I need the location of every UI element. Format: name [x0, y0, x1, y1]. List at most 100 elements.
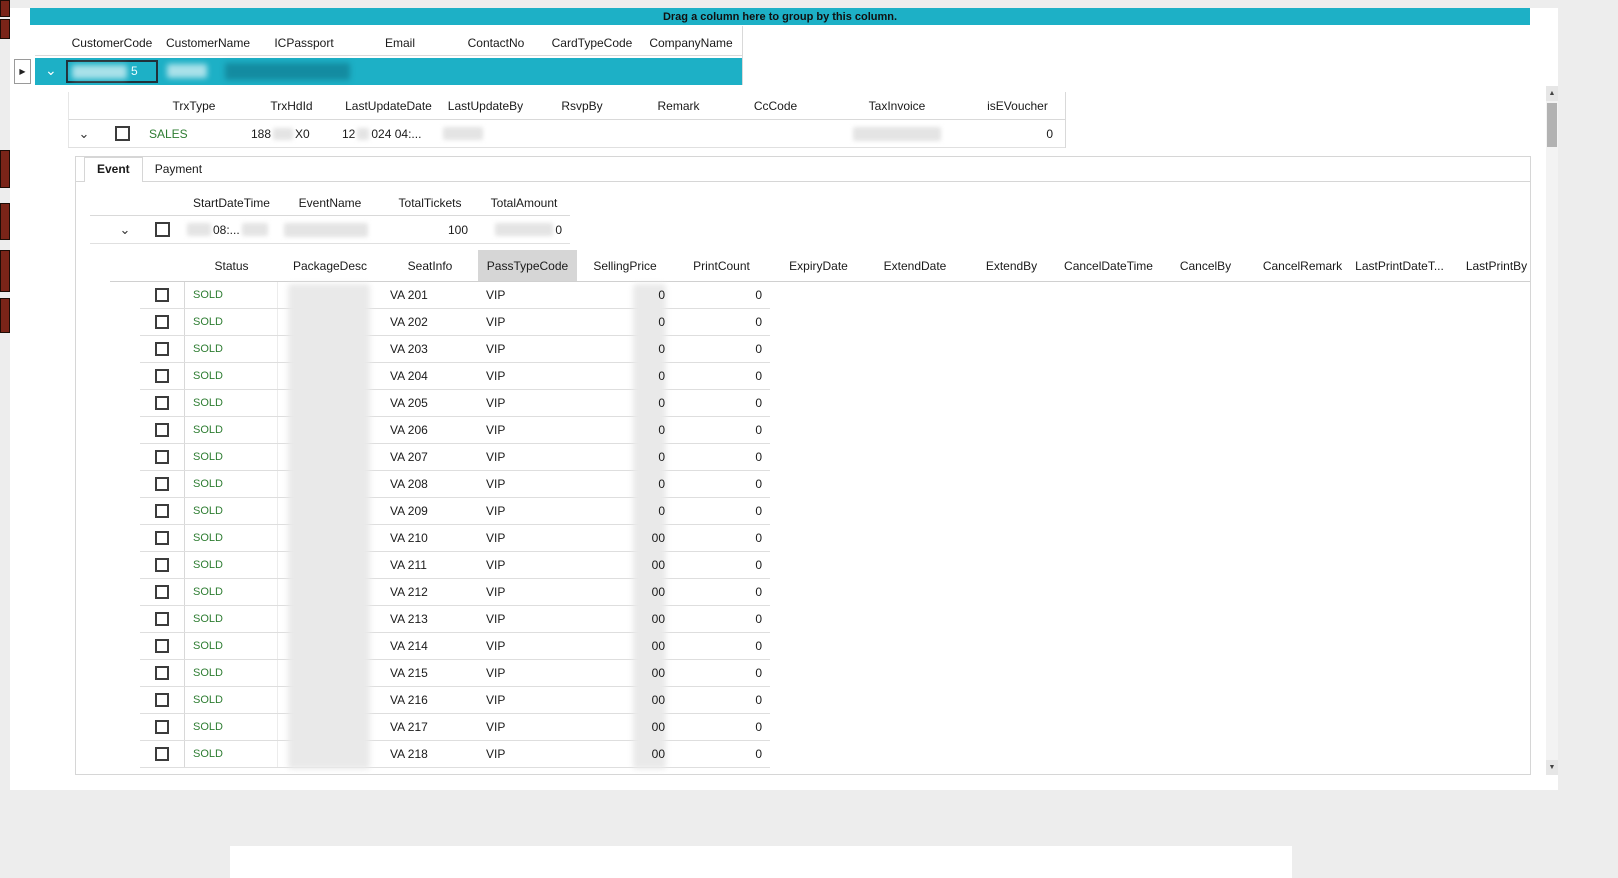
- ticket-row[interactable]: SOLD VA 210 VIP 00 0: [110, 525, 770, 552]
- column-header[interactable]: SeatInfo: [382, 250, 478, 281]
- column-header[interactable]: LastUpdateBy: [437, 99, 534, 113]
- ticket-row[interactable]: SOLD VA 208 VIP 0 0: [110, 471, 770, 498]
- row-checkbox[interactable]: [155, 693, 169, 707]
- seat-info-cell: VA 203: [382, 336, 478, 362]
- row-checkbox[interactable]: [155, 531, 169, 545]
- seat-info-cell: VA 211: [382, 552, 478, 578]
- ticket-row[interactable]: SOLD VA 213 VIP 00 0: [110, 606, 770, 633]
- tab-event[interactable]: Event: [84, 157, 143, 182]
- collapse-chevron-icon[interactable]: ⌄: [45, 63, 57, 77]
- column-header[interactable]: PackageDesc: [278, 250, 382, 281]
- row-checkbox[interactable]: [155, 315, 169, 329]
- column-header[interactable]: CompanyName: [640, 36, 742, 50]
- collapse-chevron-icon[interactable]: ⌄: [68, 126, 100, 142]
- column-header[interactable]: Status: [185, 250, 278, 281]
- redacted-sidebar-item: [0, 19, 10, 39]
- ticket-row[interactable]: SOLD VA 204 VIP 0 0: [110, 363, 770, 390]
- row-checkbox[interactable]: [155, 666, 169, 680]
- scrollbar-thumb[interactable]: [1547, 103, 1557, 147]
- column-header[interactable]: PrintCount: [673, 250, 770, 281]
- column-header[interactable]: TotalAmount: [478, 196, 570, 210]
- event-row[interactable]: ⌄ 08:... 100 0: [90, 216, 570, 244]
- column-header[interactable]: LastUpdateDate: [340, 99, 437, 113]
- column-header[interactable]: CancelBy: [1157, 250, 1254, 281]
- column-header[interactable]: Email: [352, 36, 448, 50]
- ticket-row[interactable]: SOLD VA 209 VIP 0 0: [110, 498, 770, 525]
- column-header[interactable]: CustomerName: [160, 36, 256, 50]
- row-checkbox[interactable]: [155, 222, 170, 237]
- column-header[interactable]: StartDateTime: [185, 196, 278, 210]
- column-header[interactable]: ContactNo: [448, 36, 544, 50]
- ticket-row[interactable]: SOLD VA 202 VIP 0 0: [110, 309, 770, 336]
- focused-cell[interactable]: [66, 60, 158, 83]
- pass-type-cell: VIP: [478, 417, 577, 443]
- ticket-row[interactable]: SOLD VA 218 VIP 00 0: [110, 741, 770, 768]
- vertical-scrollbar[interactable]: ▲ ▼: [1546, 86, 1558, 775]
- column-header[interactable]: CardTypeCode: [544, 36, 640, 50]
- transaction-row[interactable]: ⌄ SALES 188 X0 12 024 04:... 0: [68, 120, 1065, 148]
- column-header[interactable]: CancelRemark: [1254, 250, 1351, 281]
- row-checkbox[interactable]: [115, 126, 130, 141]
- row-checkbox[interactable]: [155, 747, 169, 761]
- ticket-row[interactable]: SOLD VA 215 VIP 00 0: [110, 660, 770, 687]
- column-header[interactable]: CustomerCode: [64, 36, 160, 50]
- scroll-up-icon[interactable]: ▲: [1546, 86, 1558, 101]
- column-header[interactable]: CancelDateTime: [1060, 250, 1157, 281]
- ticket-row[interactable]: SOLD VA 212 VIP 00 0: [110, 579, 770, 606]
- ticket-row[interactable]: SOLD VA 214 VIP 00 0: [110, 633, 770, 660]
- collapse-chevron-icon[interactable]: ⌄: [110, 222, 140, 238]
- row-checkbox[interactable]: [155, 450, 169, 464]
- row-checkbox[interactable]: [155, 612, 169, 626]
- row-checkbox[interactable]: [155, 639, 169, 653]
- ticket-row[interactable]: SOLD VA 206 VIP 0 0: [110, 417, 770, 444]
- column-header[interactable]: ExtendDate: [867, 250, 963, 281]
- scroll-down-icon[interactable]: ▼: [1546, 760, 1558, 775]
- ticket-row[interactable]: SOLD VA 201 VIP 0 0: [110, 282, 770, 309]
- column-header[interactable]: LastPrintDateT...: [1351, 250, 1448, 281]
- row-checkbox[interactable]: [155, 558, 169, 572]
- selected-customer-row[interactable]: ⌄ 5: [35, 58, 742, 85]
- print-count-cell: 0: [673, 390, 770, 416]
- column-header[interactable]: TrxType: [145, 99, 243, 113]
- column-header[interactable]: Remark: [630, 99, 727, 113]
- column-header[interactable]: ICPassport: [256, 36, 352, 50]
- customer-code-fragment: 5: [131, 64, 138, 78]
- row-checkbox[interactable]: [155, 423, 169, 437]
- pass-type-cell: VIP: [478, 363, 577, 389]
- group-by-panel[interactable]: Drag a column here to group by this colu…: [30, 8, 1530, 25]
- ticket-row[interactable]: SOLD VA 207 VIP 0 0: [110, 444, 770, 471]
- pass-type-cell: VIP: [478, 579, 577, 605]
- column-header[interactable]: CcCode: [727, 99, 824, 113]
- ticket-row[interactable]: SOLD VA 211 VIP 00 0: [110, 552, 770, 579]
- row-checkbox[interactable]: [155, 342, 169, 356]
- column-header[interactable]: SellingPrice: [577, 250, 673, 281]
- tab-payment[interactable]: Payment: [143, 158, 214, 181]
- print-count-cell: 0: [673, 552, 770, 578]
- row-checkbox[interactable]: [155, 720, 169, 734]
- ticket-grid-header: StatusPackageDescSeatInfoPassTypeCodeSel…: [185, 250, 1530, 281]
- column-header[interactable]: EventName: [278, 196, 382, 210]
- row-checkbox[interactable]: [155, 396, 169, 410]
- column-header[interactable]: PassTypeCode: [478, 250, 577, 281]
- ticket-row[interactable]: SOLD VA 216 VIP 00 0: [110, 687, 770, 714]
- ticket-row[interactable]: SOLD VA 217 VIP 00 0: [110, 714, 770, 741]
- row-checkbox[interactable]: [155, 504, 169, 518]
- column-header[interactable]: ExtendBy: [963, 250, 1060, 281]
- column-header[interactable]: TaxInvoice: [824, 99, 970, 113]
- ticket-row[interactable]: SOLD VA 203 VIP 0 0: [110, 336, 770, 363]
- status-cell: SOLD: [193, 316, 223, 328]
- row-checkbox[interactable]: [155, 369, 169, 383]
- column-header[interactable]: RsvpBy: [534, 99, 630, 113]
- print-count-cell: 0: [673, 606, 770, 632]
- column-header[interactable]: ExpiryDate: [770, 250, 867, 281]
- pass-type-cell: VIP: [478, 498, 577, 524]
- row-checkbox[interactable]: [155, 288, 169, 302]
- column-header[interactable]: LastPrintBy: [1448, 250, 1530, 281]
- row-checkbox[interactable]: [155, 477, 169, 491]
- column-header[interactable]: TotalTickets: [382, 196, 478, 210]
- column-header[interactable]: TrxHdId: [243, 99, 340, 113]
- ticket-row[interactable]: SOLD VA 205 VIP 0 0: [110, 390, 770, 417]
- row-checkbox[interactable]: [155, 585, 169, 599]
- column-header[interactable]: isEVoucher: [970, 99, 1065, 113]
- ticket-rows: SOLD VA 201 VIP 0 0 SOLD VA 202 VIP 0 0: [110, 282, 770, 768]
